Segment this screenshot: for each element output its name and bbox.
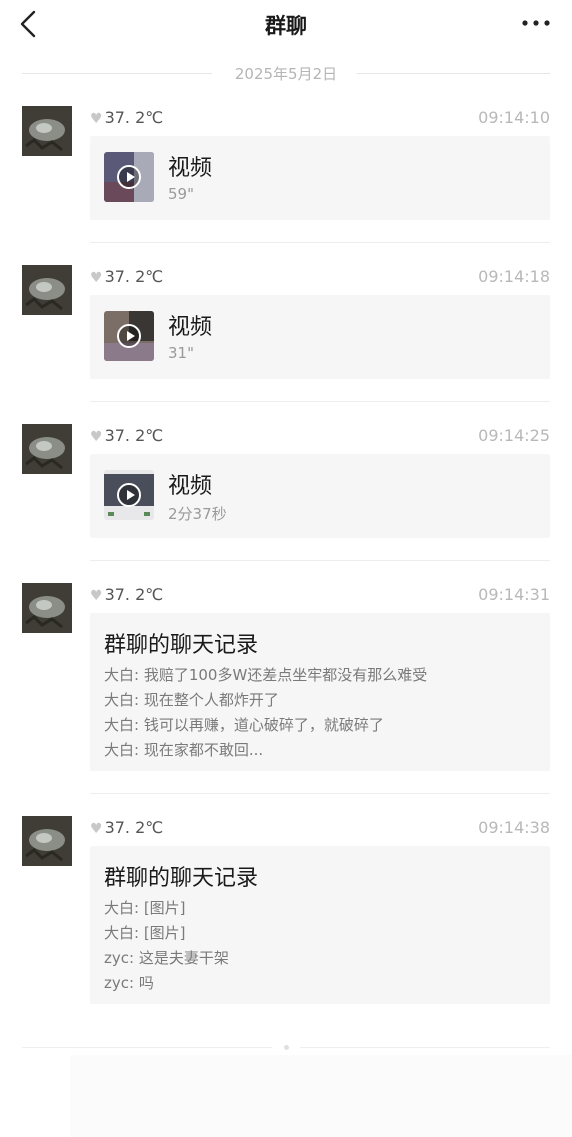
- heart-icon: ♥: [90, 821, 103, 837]
- avatar[interactable]: [22, 265, 72, 315]
- video-duration: 59": [168, 185, 194, 203]
- avatar[interactable]: [22, 583, 72, 633]
- heart-icon: ♥: [90, 588, 103, 604]
- chat-record-card[interactable]: 群聊的聊天记录 大白: [图片] 大白: [图片] zyc: 这是夫妻干架 zy…: [90, 846, 550, 1004]
- record-line: 大白: 现在整个人都炸开了: [104, 691, 279, 709]
- divider: [90, 560, 550, 561]
- video-thumbnail: [104, 311, 154, 361]
- page-title: 群聊: [265, 14, 307, 38]
- record-line: 大白: 钱可以再赚，道心破碎了，就破碎了: [104, 716, 384, 734]
- sender-name: ♥ 37. 2℃: [90, 426, 164, 445]
- message-time: 09:14:31: [478, 585, 550, 604]
- end-divider-left: [22, 1047, 272, 1048]
- play-icon: [117, 165, 141, 189]
- play-icon: [117, 483, 141, 507]
- heart-icon: ♥: [90, 429, 103, 445]
- more-dots-icon[interactable]: [520, 13, 552, 33]
- divider: [90, 242, 550, 243]
- message-time: 09:14:18: [478, 267, 550, 286]
- record-line: 大白: 现在家都不敢回...: [104, 741, 264, 759]
- record-line: zyc: 这是夫妻干架: [104, 949, 229, 967]
- record-line: 大白: [图片]: [104, 924, 186, 942]
- heart-icon: ♥: [90, 270, 103, 286]
- video-title: 视频: [168, 315, 213, 340]
- divider: [90, 401, 550, 402]
- video-card[interactable]: 视频 2分37秒: [90, 454, 550, 538]
- video-duration: 31": [168, 344, 194, 362]
- video-card[interactable]: 视频 31": [90, 295, 550, 379]
- video-card[interactable]: 视频 59": [90, 136, 550, 220]
- heart-icon: ♥: [90, 111, 103, 127]
- chat-record-card[interactable]: 群聊的聊天记录 大白: 我赔了100多W还差点坐牢都没有那么难受 大白: 现在整…: [90, 613, 550, 771]
- date-separator: 2025年5月2日: [22, 62, 550, 84]
- record-lines: 大白: 我赔了100多W还差点坐牢都没有那么难受 大白: 现在整个人都炸开了 大…: [104, 663, 427, 763]
- sender-name: ♥ 37. 2℃: [90, 585, 164, 604]
- end-dot: [284, 1045, 289, 1050]
- record-line: zyc: 吗: [104, 974, 154, 992]
- bottom-blank-area: [70, 1055, 572, 1137]
- end-divider-right: [300, 1047, 550, 1048]
- divider: [90, 793, 550, 794]
- record-line: 大白: 我赔了100多W还差点坐牢都没有那么难受: [104, 666, 428, 684]
- record-lines: 大白: [图片] 大白: [图片] zyc: 这是夫妻干架 zyc: 吗: [104, 896, 229, 996]
- date-label: 2025年5月2日: [222, 65, 350, 83]
- record-line: 大白: [图片]: [104, 899, 186, 917]
- video-thumbnail: [104, 470, 154, 520]
- top-bar: 群聊: [0, 0, 572, 50]
- video-thumbnail: [104, 152, 154, 202]
- record-title: 群聊的聊天记录: [104, 633, 259, 658]
- sender-name: ♥ 37. 2℃: [90, 267, 164, 286]
- message-time: 09:14:10: [478, 108, 550, 127]
- message-time: 09:14:38: [478, 818, 550, 837]
- avatar[interactable]: [22, 424, 72, 474]
- play-icon: [117, 324, 141, 348]
- avatar[interactable]: [22, 106, 72, 156]
- video-title: 视频: [168, 474, 213, 499]
- sender-name: ♥ 37. 2℃: [90, 818, 164, 837]
- message-time: 09:14:25: [478, 426, 550, 445]
- video-duration: 2分37秒: [168, 505, 227, 523]
- record-title: 群聊的聊天记录: [104, 866, 259, 891]
- sender-name: ♥ 37. 2℃: [90, 108, 164, 127]
- video-title: 视频: [168, 156, 213, 181]
- avatar[interactable]: [22, 816, 72, 866]
